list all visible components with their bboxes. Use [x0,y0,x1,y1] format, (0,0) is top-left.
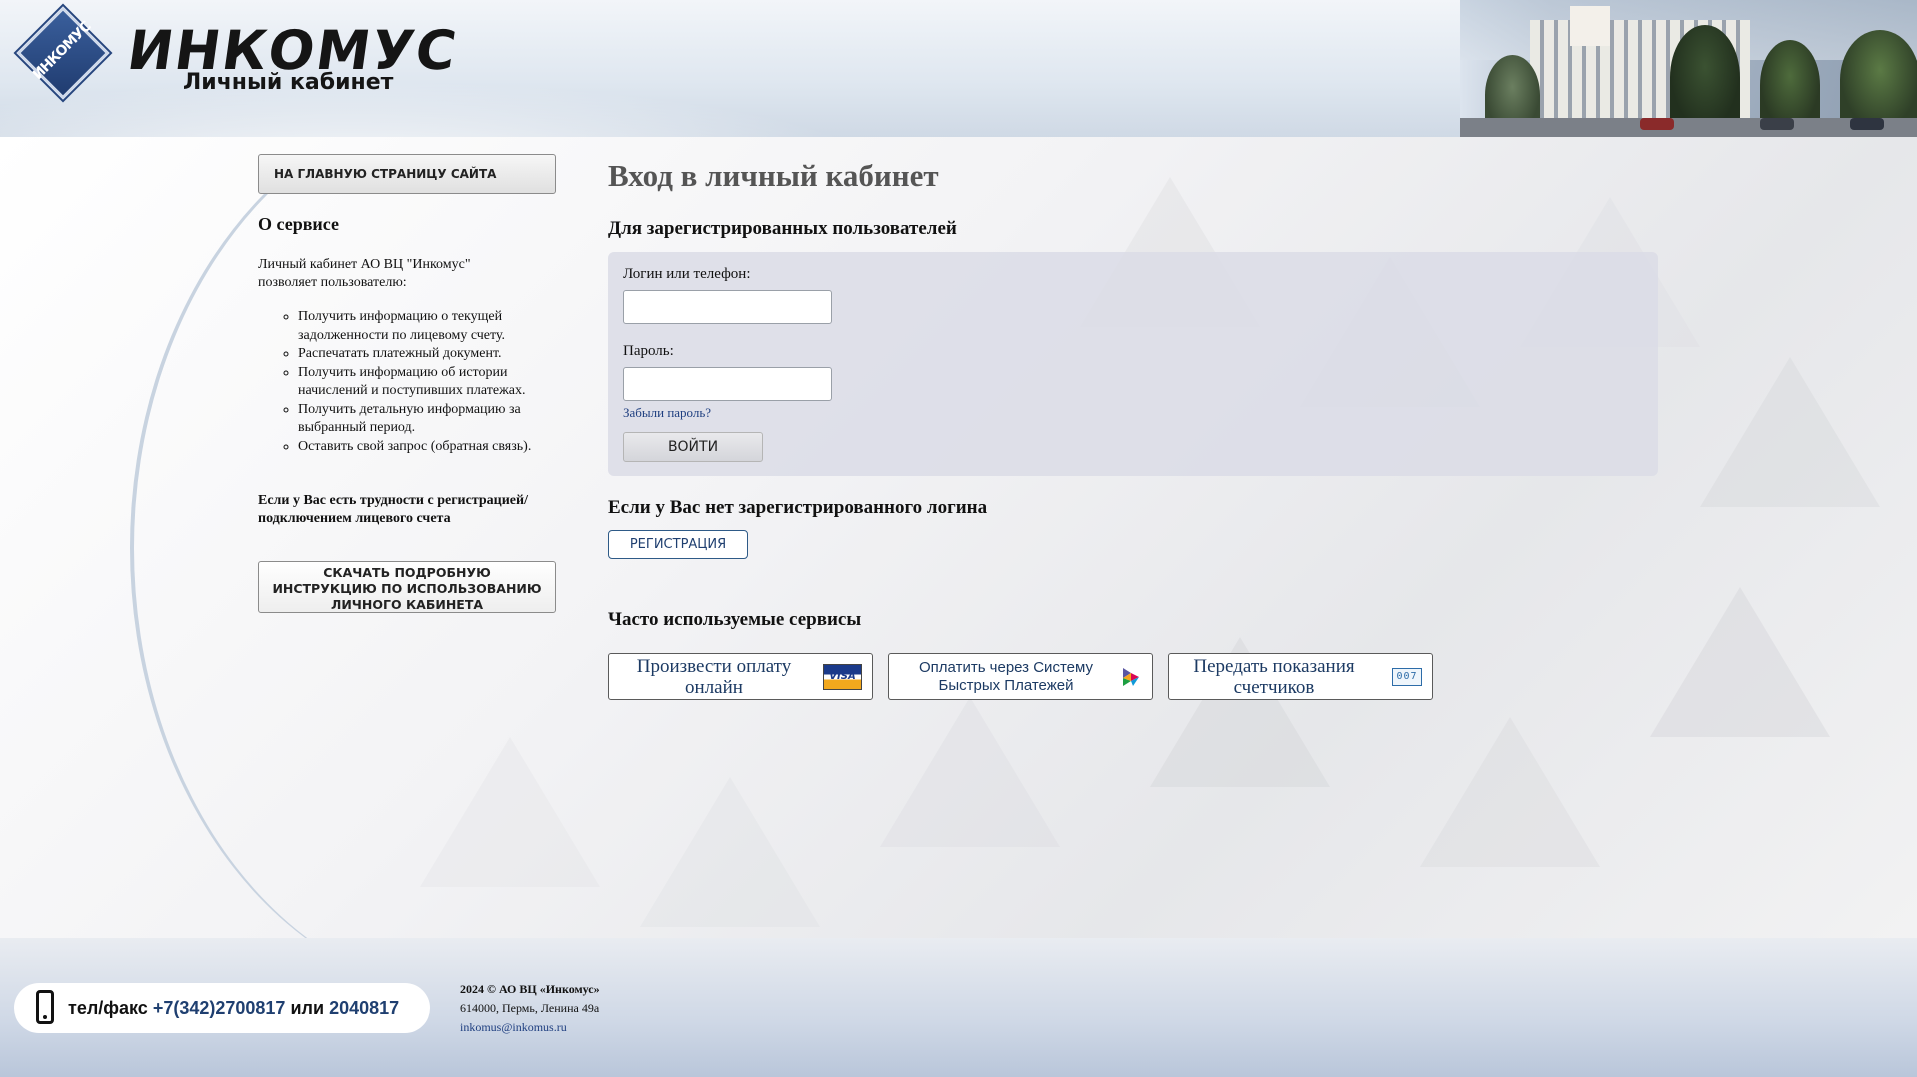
feature-list: Получить информацию о текущей задолженно… [258,308,558,456]
copyright: 2024 © АО ВЦ «Инкомус» [460,982,600,996]
unregistered-heading: Если у Вас нет зарегистрированного логин… [608,497,988,518]
pay-sbp-button[interactable]: Оплатить через Систему Быстрых Платежей [888,653,1153,700]
phone-box: тел/факс +7(342)2700817 или 2040817 [14,983,430,1033]
address: 614000, Пермь, Ленина 49а [460,1001,600,1015]
list-item: Распечатать платежный документ. [298,345,558,364]
password-label: Пароль: [623,343,674,359]
header-building-photo [1460,0,1917,137]
registered-heading: Для зарегистрированных пользователей [608,218,957,239]
visa-card-icon: VISA [823,664,862,690]
visa-text: VISA [829,671,856,682]
list-item: Получить информацию об истории начислени… [298,364,558,401]
phone-separator: или [290,998,325,1018]
email-link[interactable]: inkomus@inkomus.ru [460,1020,567,1035]
register-button[interactable]: РЕГИСТРАЦИЯ [608,530,748,559]
phone-text: тел/факс +7(342)2700817 или 2040817 [68,983,399,1033]
about-description: Личный кабинет АО ВЦ "Инкомус" позволяет… [258,257,471,290]
site-header: ИНКОМУС ИНКОМУС Личный кабинет [0,0,1917,137]
list-item: Оставить свой запрос (обратная связь). [298,438,558,457]
phone-number-2[interactable]: 2040817 [329,998,399,1018]
meter-icon: 007 [1392,668,1422,686]
login-label: Логин или телефон: [623,266,751,282]
service-label: Оплатить через Систему Быстрых Платежей [919,658,1093,694]
header-swoosh [0,80,900,137]
login-button[interactable]: ВОЙТИ [623,432,763,462]
password-input[interactable] [623,367,832,401]
page-title: Вход в личный кабинет [608,158,939,193]
sbp-icon [1123,668,1139,686]
home-page-button[interactable]: НА ГЛАВНУЮ СТРАНИЦУ САЙТА [258,154,556,194]
list-item: Получить детальную информацию за выбранн… [298,401,558,438]
services-heading: Часто используемые сервисы [608,609,862,630]
phone-icon [36,990,54,1024]
forgot-password-link[interactable]: Забыли пароль? [623,405,711,421]
list-item: Получить информацию о текущей задолженно… [298,308,558,345]
registration-hint: Если у Вас есть трудности с регистрацией… [258,493,528,526]
phone-number-1[interactable]: +7(342)2700817 [153,998,286,1018]
submit-meter-readings-button[interactable]: Передать показания счетчиков 007 [1168,653,1433,700]
login-input[interactable] [623,290,832,324]
service-label: Произвести оплату онлайн [636,655,792,698]
logo-subtitle: Личный кабинет [183,70,394,95]
pay-online-button[interactable]: Произвести оплату онлайн VISA [608,653,873,700]
phone-prefix: тел/факс [68,998,148,1018]
service-label: Передать показания счетчиков [1193,655,1355,698]
about-title: О сервисе [258,214,339,234]
login-panel [608,252,1658,476]
download-instruction-button[interactable]: СКАЧАТЬ ПОДРОБНУЮ ИНСТРУКЦИЮ ПО ИСПОЛЬЗО… [258,561,556,613]
